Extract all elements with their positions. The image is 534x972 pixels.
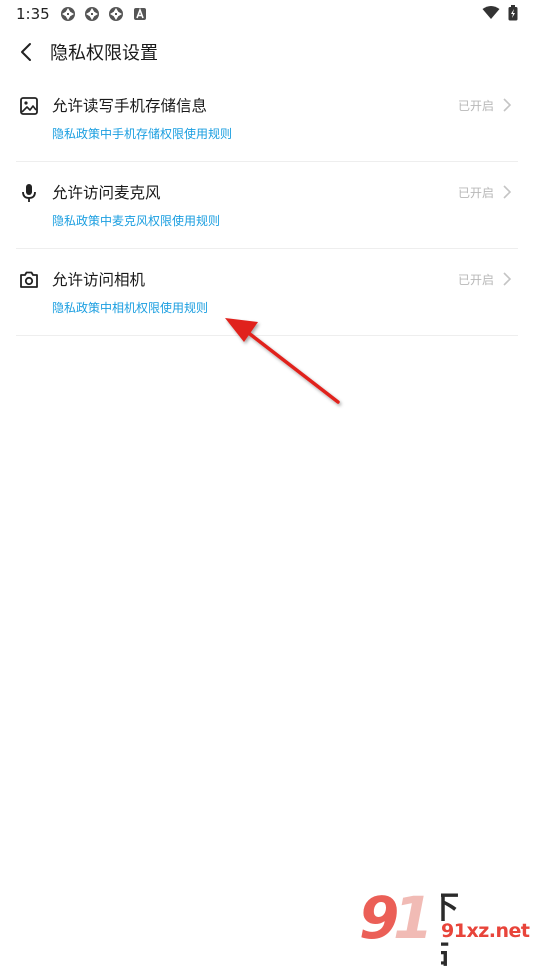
notification-icons: [60, 6, 148, 22]
policy-link[interactable]: 隐私政策中相机权限使用规则: [52, 299, 208, 316]
policy-link[interactable]: 隐私政策中麦克风权限使用规则: [52, 212, 220, 229]
back-arrow-icon: [21, 43, 31, 61]
chevron-right-icon: [503, 185, 512, 199]
permission-status: 已开启: [457, 273, 494, 287]
permission-title: 允许读写手机存储信息: [52, 97, 208, 115]
back-button[interactable]: [12, 38, 40, 66]
battery-icon: [508, 5, 518, 21]
chevron-right-icon: [503, 98, 512, 112]
aperture-icon: [61, 7, 75, 21]
divider: [16, 248, 518, 249]
status-bar: 1:35: [0, 0, 534, 28]
wifi-icon: [482, 6, 500, 19]
permission-microphone-item[interactable]: 允许访问麦克风 已开启 隐私政策中麦克风权限使用规则: [0, 183, 534, 270]
image-icon: [20, 97, 38, 115]
permission-title: 允许访问麦克风: [52, 184, 161, 202]
chevron-right-icon: [503, 272, 512, 286]
aperture-icon: [109, 7, 123, 21]
aperture-icon: [85, 7, 99, 21]
page-title: 隐私权限设置: [50, 43, 158, 64]
a-letter-icon: [134, 7, 146, 20]
permission-status: 已开启: [457, 186, 494, 200]
watermark-logo: 9 1 91下载站 91xz.net: [357, 880, 532, 971]
status-time: 1:35: [16, 5, 50, 23]
permission-storage-item[interactable]: 允许读写手机存储信息 已开启 隐私政策中手机存储权限使用规则: [0, 96, 534, 183]
divider: [16, 335, 518, 336]
divider: [16, 161, 518, 162]
permission-title: 允许访问相机: [52, 271, 146, 289]
microphone-icon: [22, 184, 36, 202]
permission-camera-item[interactable]: 允许访问相机 已开启 隐私政策中相机权限使用规则: [0, 270, 534, 357]
policy-link[interactable]: 隐私政策中手机存储权限使用规则: [52, 125, 232, 142]
system-icons: [482, 5, 518, 21]
camera-icon: [20, 271, 38, 288]
permission-status: 已开启: [457, 99, 494, 113]
top-bar: 隐私权限设置: [0, 30, 534, 74]
svg-text:1: 1: [393, 884, 433, 950]
watermark-url: 91xz.net: [441, 920, 530, 942]
